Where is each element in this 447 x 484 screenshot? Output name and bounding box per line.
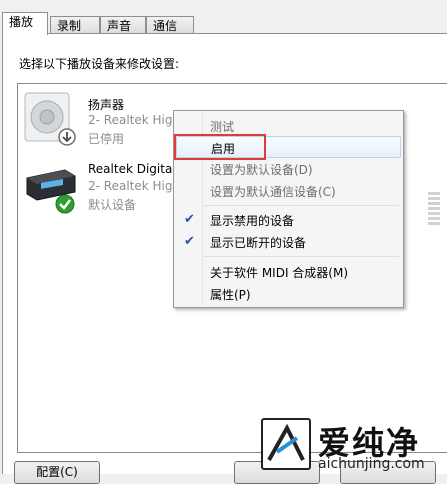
checkmark-icon: ✔ [184, 234, 195, 249]
menu-item-label: 设置为默认通信设备(C) [210, 185, 336, 199]
green-check-badge-icon [55, 194, 75, 214]
configure-button[interactable]: 配置(C) [14, 461, 100, 484]
tab-sounds[interactable]: 声音 [100, 16, 146, 34]
device-driver: 2- Realtek High [88, 179, 181, 193]
menu-item-about-midi[interactable]: 关于软件 MIDI 合成器(M) [176, 261, 401, 283]
instruction-text: 选择以下播放设备来修改设置: [19, 57, 180, 71]
menu-item-label: 显示禁用的设备 [210, 214, 295, 228]
watermark-url: aichunjing.com [318, 456, 425, 472]
menu-item-enable[interactable]: 启用 [174, 134, 401, 160]
menu-item-set-default[interactable]: 设置为默认设备(D) [176, 158, 401, 180]
menu-item-show-disabled[interactable]: ✔ 显示禁用的设备 [176, 209, 401, 231]
menu-item-properties[interactable]: 属性(P) [176, 283, 401, 305]
menu-item-show-disconnected[interactable]: ✔ 显示已断开的设备 [176, 231, 401, 253]
digital-output-device-icon [23, 156, 79, 218]
tab-playback[interactable]: 播放 [2, 12, 48, 35]
tab-bar: 播放 录制 声音 通信 [0, 12, 447, 35]
menu-separator [204, 256, 399, 257]
speaker-icon [23, 90, 79, 152]
menu-item-label: 启用 [211, 142, 236, 156]
menu-item-label: 测试 [210, 120, 235, 134]
device-name: 扬声器 [88, 98, 125, 112]
context-menu: 测试 启用 设置为默认设备(D) 设置为默认通信设备(C) ✔ 显示禁用的设备 … [173, 110, 404, 308]
menu-item-label: 设置为默认设备(D) [210, 163, 313, 177]
checkmark-icon: ✔ [184, 212, 195, 227]
tab-communications[interactable]: 通信 [146, 16, 194, 34]
watermark-logo-icon [261, 418, 311, 470]
device-status: 默认设备 [88, 198, 137, 212]
device-status: 已停用 [88, 132, 125, 146]
volume-meter [428, 192, 440, 227]
menu-item-label: 显示已断开的设备 [210, 236, 307, 250]
menu-item-label: 关于软件 MIDI 合成器(M) [210, 266, 349, 280]
menu-item-label: 属性(P) [210, 288, 251, 302]
tab-recording[interactable]: 录制 [50, 16, 100, 34]
device-driver: 2- Realtek High [88, 113, 181, 127]
menu-item-set-default-communication[interactable]: 设置为默认通信设备(C) [176, 180, 401, 202]
menu-separator [204, 205, 399, 206]
down-arrow-badge-icon [58, 128, 76, 146]
